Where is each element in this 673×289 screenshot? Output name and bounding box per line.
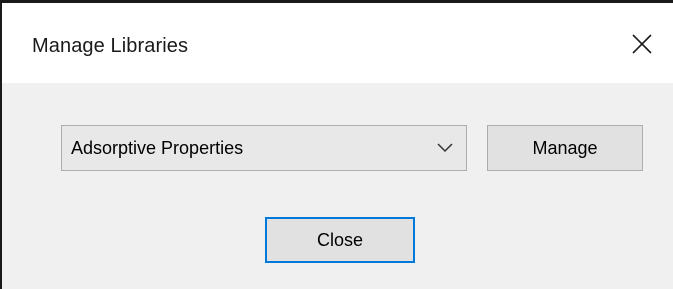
close-button[interactable]: Close	[265, 217, 415, 263]
chevron-down-icon	[436, 141, 454, 155]
dialog-body: Adsorptive Properties Manage Close	[2, 83, 673, 289]
close-icon[interactable]	[627, 29, 657, 59]
library-dropdown-value: Adsorptive Properties	[71, 138, 244, 158]
window-frame-left	[0, 0, 2, 289]
manage-libraries-dialog: Manage Libraries Adsorptive Properties M…	[0, 0, 673, 289]
manage-button[interactable]: Manage	[487, 125, 643, 171]
dialog-title: Manage Libraries	[32, 35, 189, 57]
title-bar: Manage Libraries	[2, 3, 673, 83]
library-dropdown[interactable]: Adsorptive Properties	[61, 125, 467, 171]
